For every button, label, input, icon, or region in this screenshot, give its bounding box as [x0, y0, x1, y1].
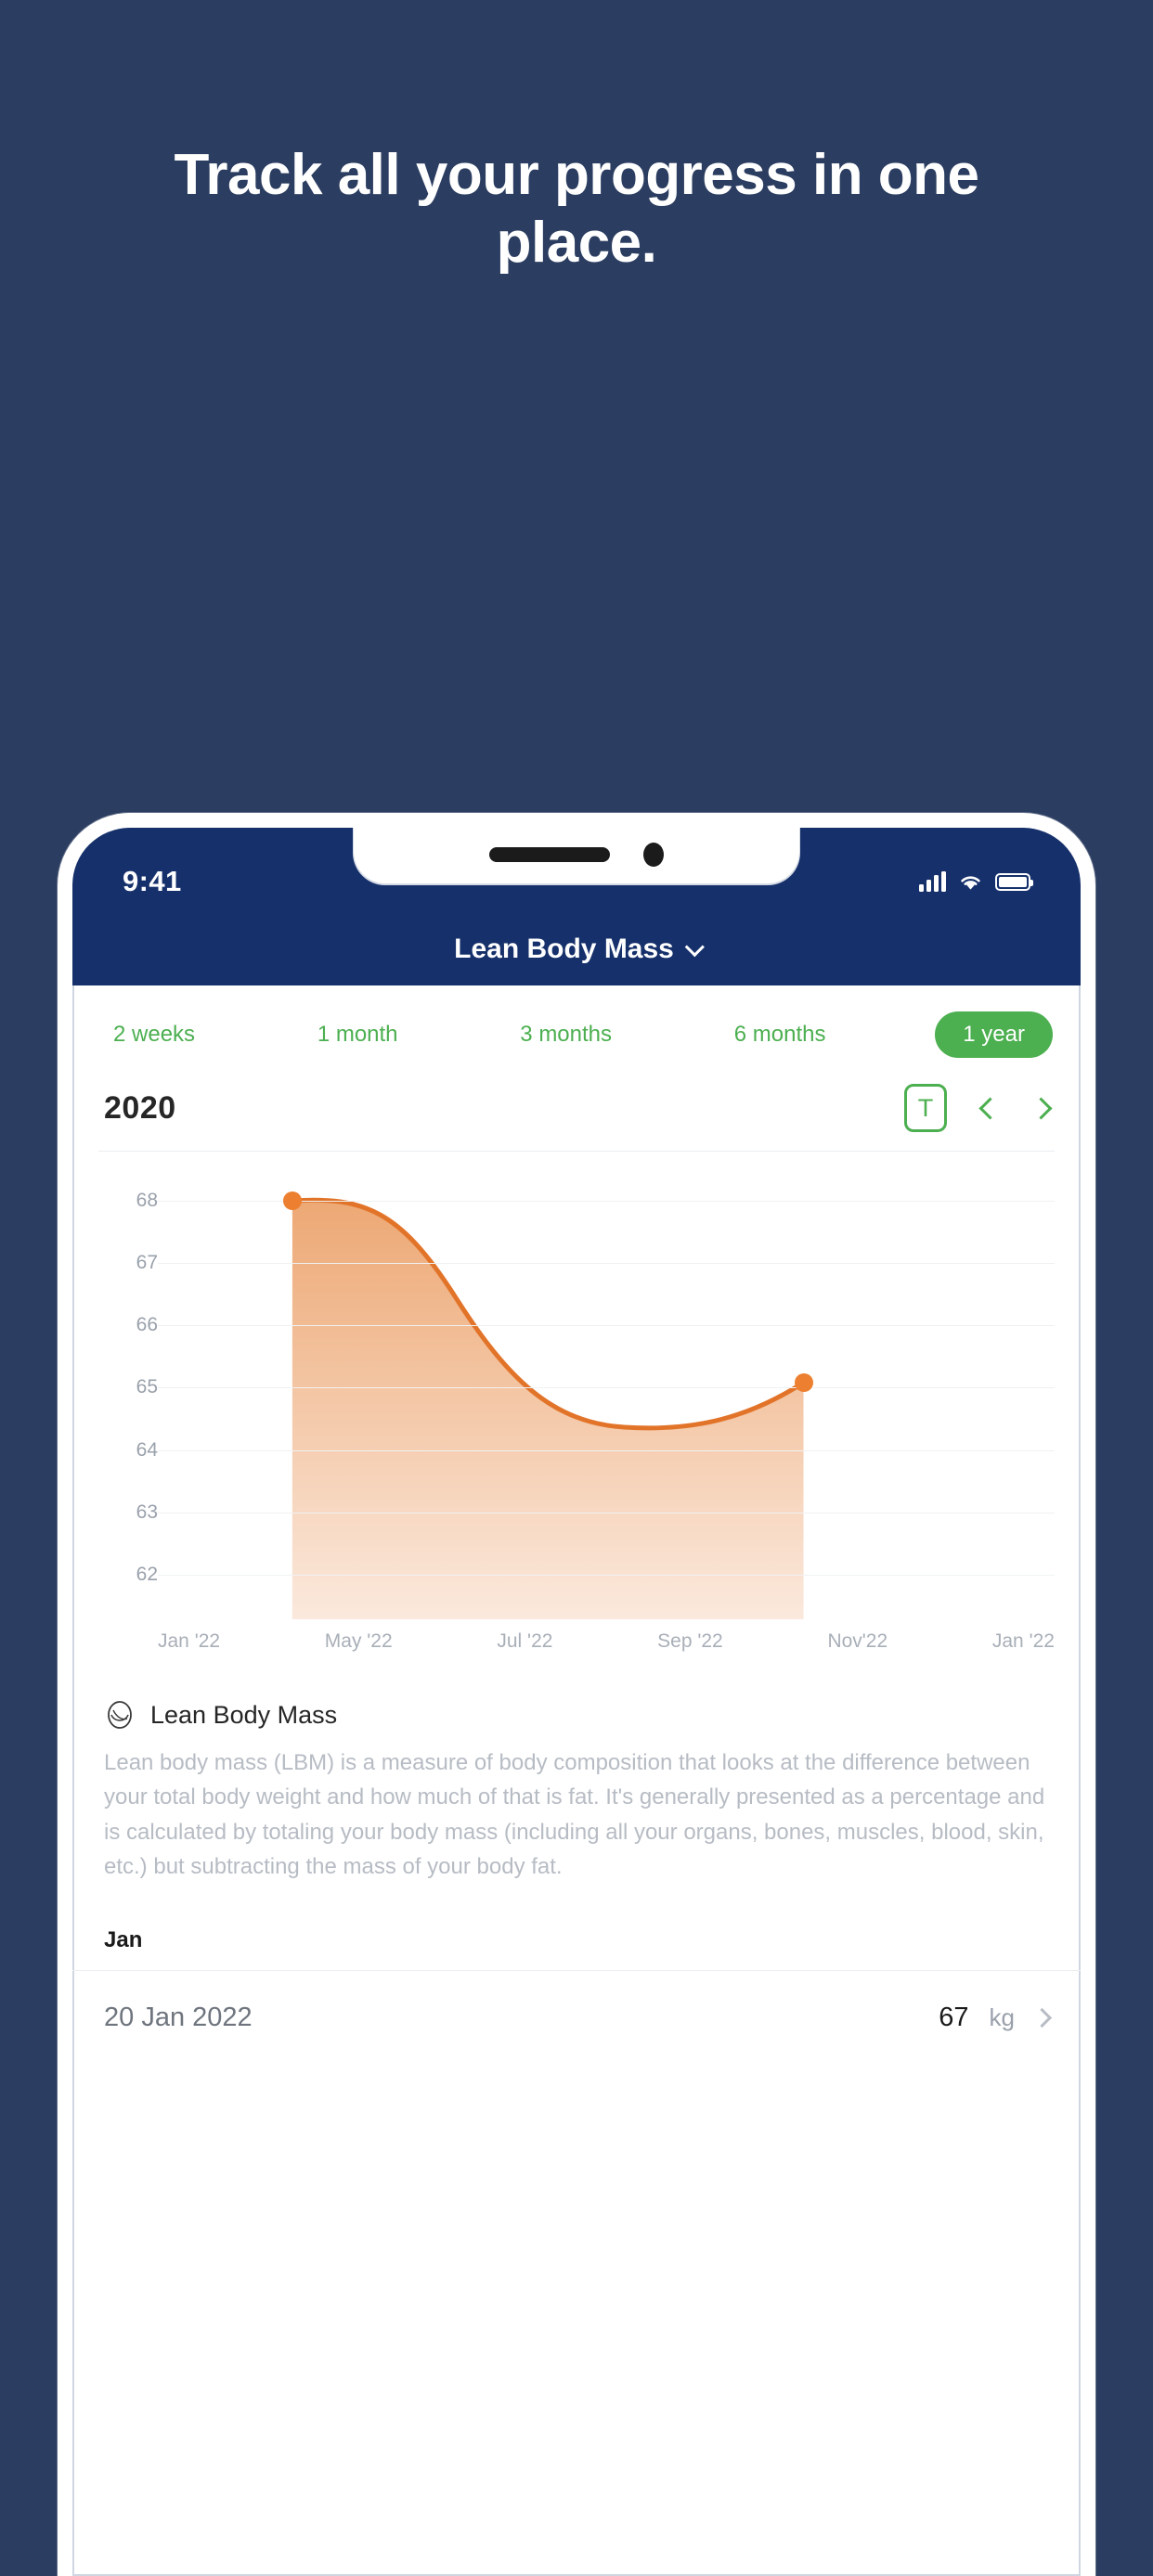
y-tick-65: 65: [136, 1376, 158, 1398]
app-navbar: 9:41 Lean Body Mass: [72, 828, 1081, 985]
entries-month-header: Jan: [104, 1926, 143, 1952]
y-tick-62: 62: [136, 1564, 158, 1585]
gridline: [158, 1263, 1055, 1264]
gridline: [158, 1387, 1055, 1389]
speaker-grille-icon: [489, 847, 610, 862]
gridline: [158, 1449, 1055, 1451]
entry-value: 67: [939, 2002, 969, 2032]
info-section: Lean Body Mass Lean body mass (LBM) is a…: [72, 1671, 1081, 1885]
phone-screen: 9:41 Lean Body Mass 2 weeks 1 month 3 mo…: [72, 828, 1081, 2576]
x-tick-may-22: May '22: [324, 1630, 393, 1652]
info-description: Lean body mass (LBM) is a measure of bod…: [104, 1750, 1045, 1880]
chevron-right-icon[interactable]: [1031, 2007, 1053, 2028]
x-tick-nov-22: Nov'22: [827, 1630, 888, 1652]
status-bar-time: 9:41: [123, 865, 182, 897]
wifi-icon: [961, 875, 980, 890]
y-tick-68: 68: [136, 1189, 158, 1211]
lean-body-mass-icon: [108, 1701, 132, 1729]
chart-y-axis: 68 67 66 65 64 63 62: [98, 1174, 158, 1619]
info-title: Lean Body Mass: [150, 1700, 338, 1729]
chart-plot-area[interactable]: [158, 1174, 1055, 1619]
page-title: Lean Body Mass: [454, 934, 674, 964]
entry-unit: kg: [989, 2003, 1015, 2031]
status-bar: 9:41: [72, 861, 1081, 902]
lean-body-mass-area-chart: [158, 1174, 1055, 1619]
range-option-1-year[interactable]: 1 year: [935, 1011, 1053, 1058]
status-bar-icons: [919, 871, 1033, 892]
info-header: Lean Body Mass: [104, 1699, 1049, 1731]
chart-marker-end[interactable]: [794, 1373, 813, 1393]
chevron-right-icon[interactable]: [1030, 1096, 1053, 1120]
chart-x-axis: Jan '22 May '22 Jul '22 Sep '22 Nov'22 J…: [158, 1630, 1055, 1653]
marketing-headline: Track all your progress in one place.: [174, 143, 979, 276]
y-tick-63: 63: [136, 1501, 158, 1523]
chart-year-label: 2020: [104, 1089, 176, 1126]
year-navigation-row: 2020 T: [72, 1080, 1081, 1151]
x-tick-jan-22b: Jan '22: [991, 1630, 1055, 1652]
y-tick-66: 66: [136, 1314, 158, 1336]
battery-icon: [995, 872, 1033, 891]
range-option-2-weeks[interactable]: 2 weeks: [100, 1013, 208, 1056]
entry-row[interactable]: 20 Jan 2022 67 kg: [72, 1971, 1081, 2065]
chart-marker-start[interactable]: [282, 1191, 302, 1210]
range-option-6-months[interactable]: 6 months: [721, 1013, 839, 1056]
chevron-left-icon[interactable]: [978, 1096, 1002, 1120]
range-selector: 2 weeks 1 month 3 months 6 months 1 year: [72, 985, 1081, 1080]
range-option-3-months[interactable]: 3 months: [507, 1013, 625, 1056]
y-tick-67: 67: [136, 1252, 158, 1273]
range-option-1-month[interactable]: 1 month: [304, 1013, 411, 1056]
cellular-signal-icon: [919, 871, 946, 892]
entry-value-group: 67 kg: [939, 2002, 1053, 2033]
entry-date: 20 Jan 2022: [104, 2002, 253, 2032]
chevron-down-icon[interactable]: [684, 936, 705, 957]
phone-device-frame: 9:41 Lean Body Mass 2 weeks 1 month 3 mo…: [58, 813, 1095, 2576]
navbar-title-group[interactable]: Lean Body Mass: [72, 934, 1081, 965]
gridline: [158, 1325, 1055, 1327]
year-controls: T: [904, 1084, 1053, 1132]
x-tick-jul-22: Jul '22: [497, 1630, 553, 1652]
gridline: [158, 1575, 1055, 1576]
x-tick-sep-22: Sep '22: [657, 1630, 723, 1652]
y-tick-64: 64: [136, 1438, 158, 1461]
today-button[interactable]: T: [904, 1084, 947, 1132]
chart-container: 68 67 66 65 64 63 62 Jan '22 May '22 Jul…: [72, 1152, 1081, 1671]
x-tick-jan-22a: Jan '22: [158, 1630, 221, 1652]
